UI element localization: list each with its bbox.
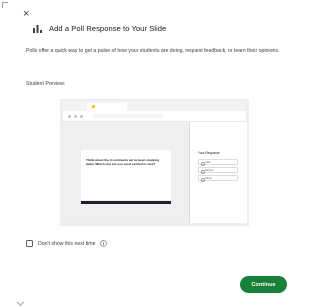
slide-toolbar: [81, 201, 171, 204]
back-icon: [68, 115, 71, 118]
dont-show-row: Don't show this next time: [26, 240, 107, 247]
slide-area: Think about the 3 continents we've been …: [63, 122, 189, 223]
poll-option: Asia: [198, 159, 238, 166]
poll-panel-heading: Your Response: [198, 151, 220, 155]
continue-button[interactable]: Continue: [240, 276, 287, 293]
close-button[interactable]: ×: [23, 8, 33, 20]
browser-tab-bar: [63, 101, 246, 111]
dialog-header: Add a Poll Response to Your Slide: [33, 24, 166, 33]
browser-address-bar: [63, 111, 246, 122]
info-icon[interactable]: [99, 240, 107, 247]
corner-decoration: [2, 2, 8, 8]
radio-icon: [200, 161, 205, 166]
poll-response-panel: Your Response Asia Europe Africa: [189, 122, 247, 223]
dont-show-checkbox[interactable]: [26, 240, 33, 247]
browser-tab: [87, 103, 127, 111]
slide-question: Think about the 3 continents we've been …: [86, 158, 160, 167]
url-box: [93, 114, 163, 118]
bar-chart-icon: [33, 24, 42, 33]
dialog-title: Add a Poll Response to Your Slide: [49, 24, 167, 33]
student-preview-label: Student Preview:: [26, 81, 66, 87]
reload-icon: [80, 115, 83, 118]
corner-decoration: [16, 298, 25, 307]
radio-icon: [200, 177, 205, 182]
poll-option: Africa: [198, 175, 238, 182]
poll-option: Europe: [198, 167, 238, 174]
radio-icon: [200, 169, 205, 174]
close-icon: ×: [23, 8, 30, 20]
slides-favicon-icon: [92, 105, 95, 108]
forward-icon: [74, 115, 77, 118]
dont-show-label: Don't show this next time: [38, 240, 96, 247]
browser-mockup: Think about the 3 continents we've been …: [63, 101, 247, 223]
slide-card: Think about the 3 continents we've been …: [81, 150, 171, 200]
dialog-description: Polls offer a quick way to get a pulse o…: [26, 48, 280, 54]
